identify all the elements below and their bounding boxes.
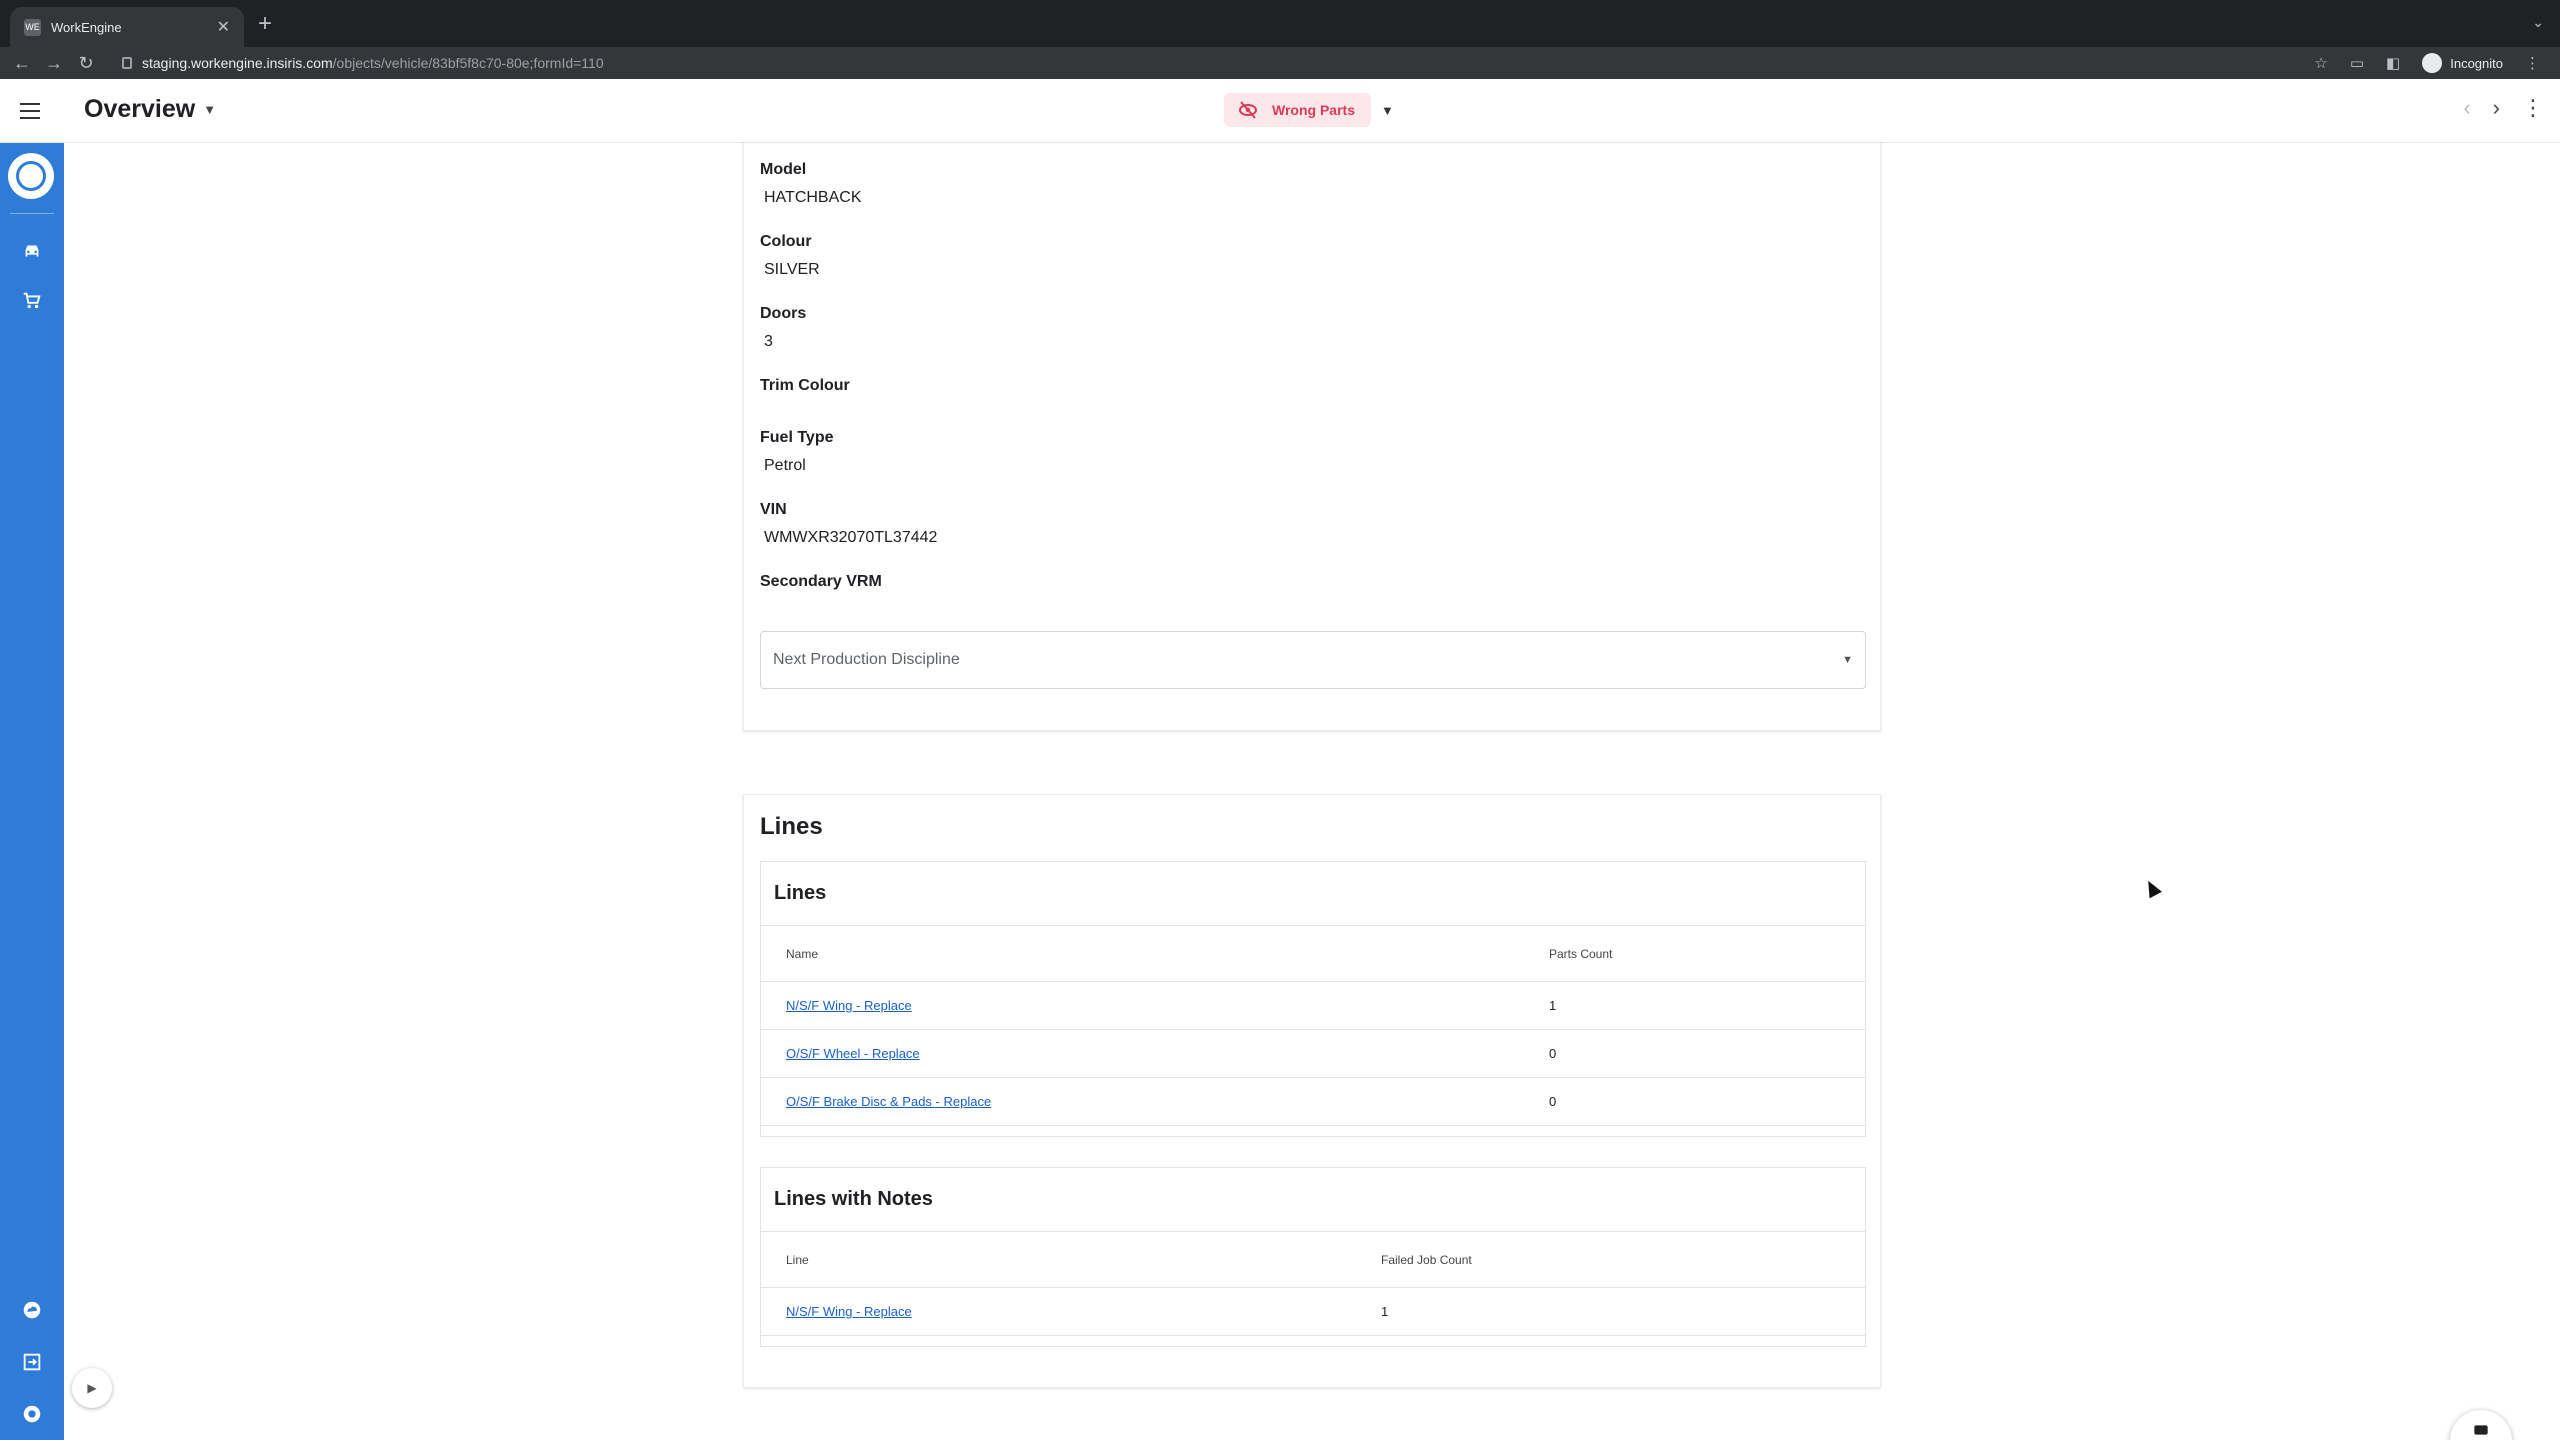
- address-input[interactable]: staging.workengine.insiris.com/objects/v…: [108, 49, 2338, 77]
- sidebar: [0, 143, 64, 1440]
- more-vert-icon[interactable]: ⋮: [2522, 95, 2544, 121]
- back-arrow-icon[interactable]: ←: [6, 53, 38, 74]
- field-fuel-type: Fuel Type Petrol: [760, 429, 834, 474]
- caret-down-icon: ▼: [1842, 654, 1853, 666]
- table-footer: [761, 1126, 1865, 1136]
- table-row: O/S/F Wheel - Replace 0: [761, 1030, 1865, 1078]
- app-header: Overview ▼ Wrong Parts ▼ ‹ › ⋮: [0, 79, 2560, 143]
- browser-toolbar: ← → ↻ staging.workengine.insiris.com/obj…: [0, 47, 2560, 79]
- expand-sidebar-button[interactable]: ▶: [72, 1368, 112, 1408]
- status-label: Wrong Parts: [1272, 102, 1355, 118]
- help-icon[interactable]: [20, 1402, 44, 1426]
- parts-count: 0: [1549, 1094, 1557, 1109]
- eye-off-icon: [1239, 101, 1257, 119]
- mouse-cursor-icon: [2142, 877, 2162, 899]
- chevron-right-icon[interactable]: ›: [2493, 95, 2500, 121]
- status-dropdown-icon[interactable]: ▼: [1381, 103, 1394, 118]
- lines-card: Lines Lines Name Parts Count N/S/F Wing …: [743, 794, 1881, 1388]
- field-colour: Colour SILVER: [760, 233, 820, 278]
- field-secondary-vrm: Secondary VRM: [760, 573, 882, 590]
- sidebar-divider: [10, 213, 54, 214]
- table-row: N/S/F Wing - Replace 1: [761, 1288, 1865, 1336]
- cast-icon[interactable]: ▭: [2350, 54, 2364, 72]
- page-title: Overview: [84, 95, 196, 123]
- failed-job-count: 1: [1381, 1304, 1389, 1319]
- table-header: Line Failed Job Count: [761, 1232, 1865, 1288]
- incognito-icon: [2422, 53, 2443, 73]
- header-actions: ‹ › ⋮: [2463, 95, 2544, 121]
- field-trim-colour: Trim Colour: [760, 377, 850, 394]
- column-header-name: Name: [786, 946, 819, 961]
- star-icon[interactable]: ☆: [2314, 54, 2327, 72]
- field-doors: Doors 3: [760, 305, 807, 350]
- select-placeholder: Next Production Discipline: [773, 651, 960, 668]
- chat-button[interactable]: [2450, 1410, 2512, 1440]
- field-model: Model HATCHBACK: [760, 161, 862, 206]
- chevron-right-icon: ▶: [87, 1381, 97, 1395]
- lines-with-notes-table: Lines with Notes Line Failed Job Count N…: [760, 1167, 1866, 1347]
- chevron-left-icon[interactable]: ‹: [2463, 95, 2470, 121]
- caret-down-icon: ▼: [203, 102, 217, 117]
- cart-icon[interactable]: [20, 289, 44, 313]
- reload-icon[interactable]: ↻: [70, 53, 102, 74]
- url-path: /objects/vehicle/83bf5f8c70-80e;formId=1…: [332, 55, 604, 71]
- profile-label: Incognito: [2450, 55, 2503, 71]
- status-chip[interactable]: Wrong Parts: [1224, 93, 1371, 127]
- line-link[interactable]: O/S/F Brake Disc & Pads - Replace: [786, 1094, 991, 1109]
- cloud-icon[interactable]: [20, 1298, 44, 1322]
- table-row: N/S/F Wing - Replace 1: [761, 982, 1865, 1030]
- table-row: O/S/F Brake Disc & Pads - Replace 0: [761, 1078, 1865, 1126]
- browser-tab-strip: WE WorkEngine ✕ + ⌄: [0, 0, 2560, 47]
- table-title: Lines with Notes: [761, 1168, 1865, 1232]
- forward-arrow-icon[interactable]: →: [38, 53, 70, 74]
- lines-table: Lines Name Parts Count N/S/F Wing - Repl…: [760, 861, 1866, 1137]
- hamburger-menu-icon[interactable]: [20, 103, 40, 119]
- column-header-failed-job-count: Failed Job Count: [1381, 1252, 1472, 1267]
- field-vin: VIN WMWXR32070TL37442: [760, 501, 938, 546]
- lock-icon: [122, 57, 132, 69]
- browser-tab[interactable]: WE WorkEngine ✕: [10, 7, 244, 47]
- column-header-parts-count: Parts Count: [1549, 946, 1613, 961]
- close-icon[interactable]: ✕: [217, 17, 230, 37]
- logo-mark: [16, 161, 46, 191]
- logout-icon[interactable]: [20, 1350, 44, 1374]
- url-host: staging.workengine.insiris.com: [142, 55, 333, 71]
- next-production-discipline-select[interactable]: Next Production Discipline ▼: [760, 631, 1866, 689]
- chevron-down-icon[interactable]: ⌄: [2532, 14, 2544, 31]
- chat-icon: [2474, 1425, 2488, 1435]
- column-header-line: Line: [786, 1252, 809, 1267]
- side-panel-icon[interactable]: ◧: [2386, 54, 2400, 72]
- line-link[interactable]: O/S/F Wheel - Replace: [786, 1046, 920, 1061]
- parts-count: 0: [1549, 1046, 1557, 1061]
- table-title: Lines: [761, 862, 1865, 926]
- profile-button[interactable]: Incognito: [2422, 53, 2503, 73]
- page-title-dropdown[interactable]: Overview ▼: [84, 95, 216, 124]
- car-icon[interactable]: [20, 239, 44, 263]
- line-link[interactable]: N/S/F Wing - Replace: [786, 1304, 912, 1319]
- tab-title: WorkEngine: [51, 19, 122, 35]
- browser-actions: ☆ ▭ ◧ Incognito ⋮: [2314, 47, 2540, 79]
- table-header: Name Parts Count: [761, 926, 1865, 982]
- kebab-menu-icon[interactable]: ⋮: [2525, 54, 2540, 72]
- vehicle-details-card: Model HATCHBACK Colour SILVER Doors 3 Tr…: [743, 143, 1881, 731]
- favicon-icon: WE: [24, 18, 41, 36]
- new-tab-icon[interactable]: +: [258, 11, 272, 37]
- line-link[interactable]: N/S/F Wing - Replace: [786, 998, 912, 1013]
- parts-count: 1: [1549, 998, 1557, 1013]
- table-footer: [761, 1336, 1865, 1346]
- app-logo[interactable]: [8, 153, 54, 199]
- section-title: Lines: [760, 813, 823, 840]
